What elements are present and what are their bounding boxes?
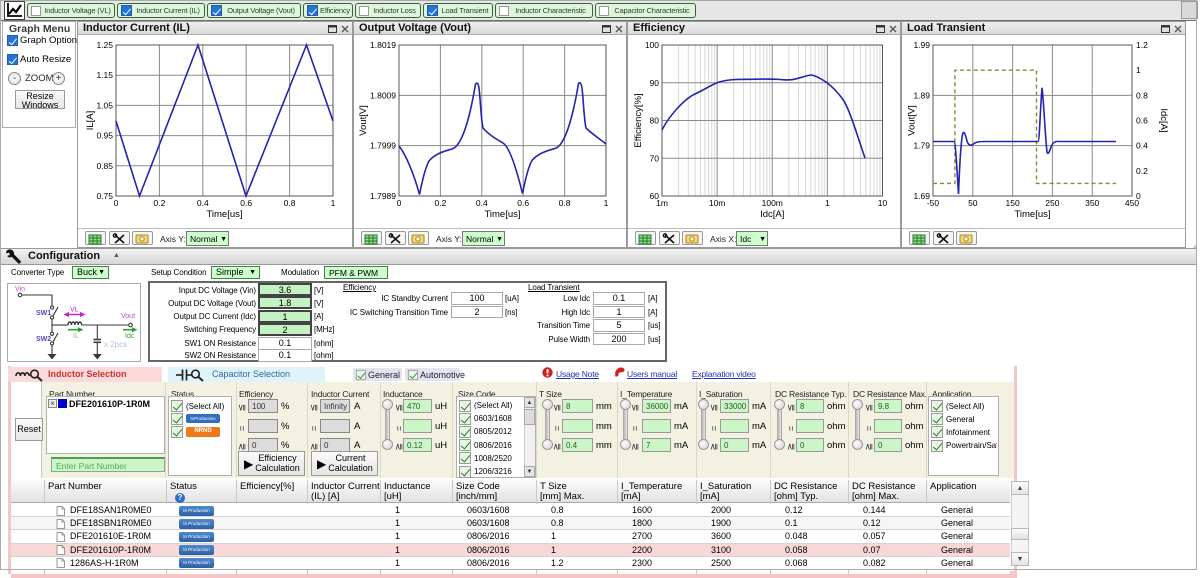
svg-text:0.85: 0.85 <box>96 161 113 171</box>
svg-text:IL: IL <box>73 333 79 340</box>
svg-text:1.25: 1.25 <box>96 40 113 50</box>
svg-text:Vout[V]: Vout[V] <box>907 105 918 136</box>
svg-text:1.15: 1.15 <box>96 70 113 80</box>
svg-text:0: 0 <box>397 198 402 208</box>
svg-text:Idc: Idc <box>125 333 135 340</box>
svg-text:Efficiency[%]: Efficiency[%] <box>633 93 644 147</box>
svg-text:1: 1 <box>604 198 609 208</box>
svg-text:1.8019: 1.8019 <box>370 40 396 50</box>
svg-text:1.05: 1.05 <box>96 100 113 110</box>
svg-text:0.6: 0.6 <box>1136 116 1148 126</box>
svg-text:0.8: 0.8 <box>1136 90 1148 100</box>
svg-text:0.2: 0.2 <box>1136 166 1148 176</box>
svg-text:250: 250 <box>1045 198 1059 208</box>
svg-text:1: 1 <box>331 198 336 208</box>
svg-text:VL: VL <box>70 307 79 314</box>
svg-text:1.89: 1.89 <box>913 90 930 100</box>
svg-text:450: 450 <box>1125 198 1139 208</box>
svg-text:0.4: 0.4 <box>197 198 209 208</box>
svg-text:Time[us]: Time[us] <box>206 209 242 220</box>
svg-text:1: 1 <box>825 198 830 208</box>
svg-text:Time[us]: Time[us] <box>484 209 520 220</box>
svg-text:SW1: SW1 <box>36 310 51 317</box>
svg-text:150: 150 <box>1006 198 1020 208</box>
svg-text:IL[A]: IL[A] <box>85 111 96 131</box>
svg-text:1m: 1m <box>656 198 668 208</box>
svg-text:Vout: Vout <box>121 313 135 320</box>
svg-text:10: 10 <box>878 198 888 208</box>
svg-text:70: 70 <box>650 153 660 163</box>
svg-text:Idc[A]: Idc[A] <box>1158 108 1169 132</box>
svg-text:50: 50 <box>968 198 978 208</box>
svg-text:1.99: 1.99 <box>913 40 930 50</box>
svg-text:x 2pcs: x 2pcs <box>104 340 127 349</box>
svg-text:350: 350 <box>1085 198 1099 208</box>
svg-text:0.2: 0.2 <box>434 198 446 208</box>
svg-text:0.6: 0.6 <box>240 198 252 208</box>
svg-text:100m: 100m <box>762 198 783 208</box>
svg-text:0.6: 0.6 <box>517 198 529 208</box>
svg-text:0.4: 0.4 <box>476 198 488 208</box>
svg-text:90: 90 <box>650 78 660 88</box>
svg-text:100: 100 <box>645 40 659 50</box>
svg-text:1.7999: 1.7999 <box>370 141 396 151</box>
svg-text:Idc[A]: Idc[A] <box>760 209 784 220</box>
svg-text:SW2: SW2 <box>36 336 51 343</box>
svg-text:0.2: 0.2 <box>153 198 165 208</box>
svg-text:0.75: 0.75 <box>96 191 113 201</box>
svg-text:1.7989: 1.7989 <box>370 191 396 201</box>
svg-text:1.79: 1.79 <box>913 141 930 151</box>
svg-text:1.8009: 1.8009 <box>370 90 396 100</box>
svg-text:0.4: 0.4 <box>1136 141 1148 151</box>
svg-text:1.2: 1.2 <box>1136 40 1148 50</box>
svg-text:0.95: 0.95 <box>96 131 113 141</box>
svg-text:1: 1 <box>1136 65 1141 75</box>
svg-text:-50: -50 <box>927 198 940 208</box>
svg-text:Time[us]: Time[us] <box>1014 209 1050 220</box>
svg-text:Vin: Vin <box>15 286 25 293</box>
svg-text:Vout[V]: Vout[V] <box>358 105 369 136</box>
svg-text:10m: 10m <box>709 198 726 208</box>
svg-text:0: 0 <box>114 198 119 208</box>
svg-text:80: 80 <box>650 116 660 126</box>
svg-text:0.8: 0.8 <box>284 198 296 208</box>
svg-text:0.8: 0.8 <box>559 198 571 208</box>
